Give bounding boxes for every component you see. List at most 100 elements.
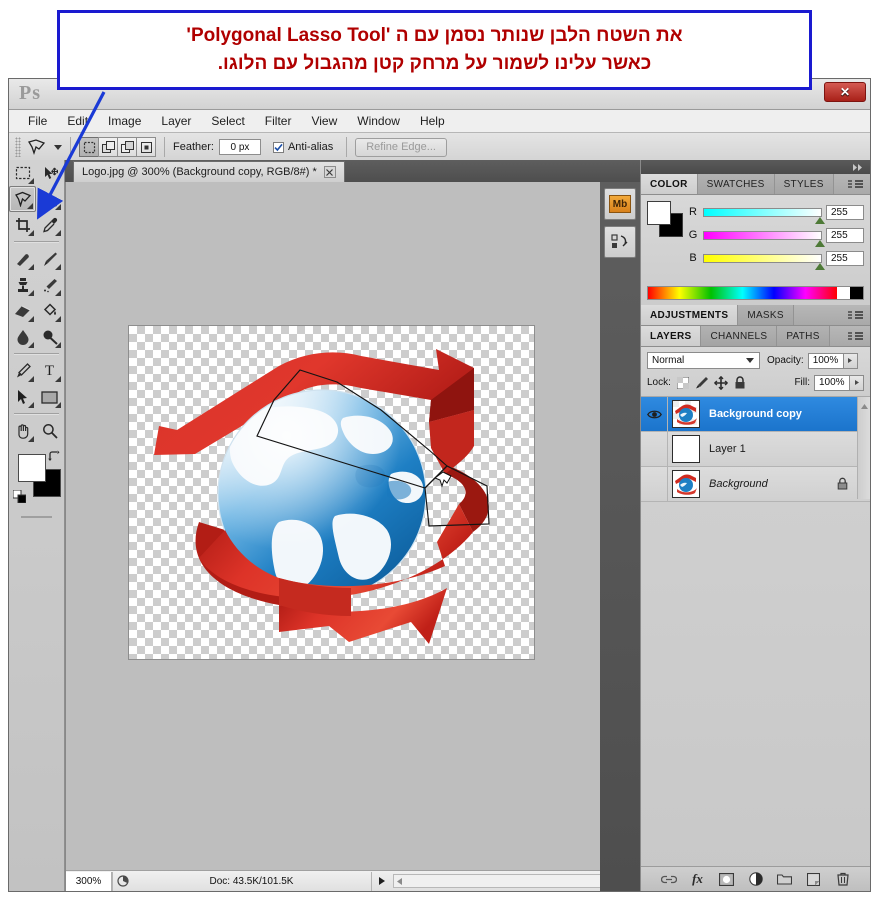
eyedropper-icon[interactable]	[36, 212, 63, 238]
red-channel-value[interactable]: 255	[826, 205, 864, 220]
adjustments-panel-menu-icon[interactable]	[842, 305, 870, 325]
path-selection-icon[interactable]	[9, 384, 36, 410]
layer-visibility-toggle[interactable]	[641, 397, 668, 431]
tab-styles[interactable]: STYLES	[775, 174, 834, 194]
new-adjustment-layer-icon[interactable]	[748, 871, 764, 887]
lock-position-icon[interactable]	[713, 375, 729, 391]
green-channel-value[interactable]: 255	[826, 228, 864, 243]
spectrum-gradient[interactable]	[648, 287, 837, 299]
paint-bucket-icon[interactable]	[36, 298, 63, 324]
default-colors-icon[interactable]	[13, 490, 26, 508]
new-selection-button[interactable]	[79, 137, 99, 157]
green-slider-thumb[interactable]	[815, 240, 825, 247]
document-sizes-icon[interactable]	[112, 872, 132, 891]
foreground-color-swatch[interactable]	[18, 454, 46, 482]
options-bar-grip[interactable]	[15, 137, 21, 157]
layer-row-background-copy[interactable]: Background copy	[641, 397, 870, 432]
subtract-from-selection-button[interactable]	[117, 137, 137, 157]
layer-name[interactable]: Background copy	[709, 408, 802, 420]
layer-thumbnail[interactable]	[672, 435, 700, 463]
opacity-input[interactable]: 100%	[808, 353, 844, 369]
polygonal-lasso-icon[interactable]	[26, 137, 48, 157]
menu-item-file[interactable]: File	[19, 112, 56, 130]
history-icon[interactable]	[604, 226, 636, 258]
tool-preset-chevron-down-icon[interactable]	[54, 145, 62, 150]
layer-row-background[interactable]: Background	[641, 467, 870, 502]
eraser-icon[interactable]	[9, 298, 36, 324]
swap-colors-icon[interactable]	[47, 450, 60, 468]
lock-image-icon[interactable]	[694, 375, 710, 391]
polygonal-lasso-icon[interactable]	[9, 186, 36, 212]
menu-item-image[interactable]: Image	[99, 112, 150, 130]
menu-item-view[interactable]: View	[302, 112, 346, 130]
layer-visibility-toggle[interactable]	[641, 432, 668, 466]
layer-name[interactable]: Background	[709, 478, 768, 490]
tab-swatches[interactable]: SWATCHES	[698, 174, 775, 194]
intersect-with-selection-button[interactable]	[136, 137, 156, 157]
blend-mode-select[interactable]: Normal	[647, 352, 760, 369]
red-channel-slider[interactable]	[703, 208, 822, 217]
refine-edge-button[interactable]: Refine Edge...	[355, 138, 447, 157]
new-group-icon[interactable]	[777, 871, 793, 887]
layer-thumbnail[interactable]	[672, 400, 700, 428]
status-menu-icon[interactable]	[371, 872, 391, 891]
healing-brush-icon[interactable]	[9, 246, 36, 272]
tab-layers[interactable]: LAYERS	[641, 326, 701, 346]
blue-channel-slider[interactable]	[703, 254, 822, 263]
link-layers-icon[interactable]	[661, 871, 677, 887]
green-channel-slider[interactable]	[703, 231, 822, 240]
collapse-panels-bar[interactable]	[641, 160, 870, 174]
color-panel-menu-icon[interactable]	[842, 174, 870, 194]
menu-item-help[interactable]: Help	[411, 112, 454, 130]
black-swatch[interactable]	[850, 287, 863, 299]
blur-icon[interactable]	[9, 324, 36, 350]
layers-scrollbar[interactable]	[857, 397, 870, 499]
tab-adjustments[interactable]: ADJUSTMENTS	[641, 305, 738, 325]
layers-panel-menu-icon[interactable]	[842, 326, 870, 346]
rectangular-marquee-icon[interactable]	[9, 160, 36, 186]
tab-paths[interactable]: PATHS	[777, 326, 829, 346]
clone-stamp-icon[interactable]	[9, 272, 36, 298]
rectangle-shape-icon[interactable]	[36, 384, 63, 410]
tab-channels[interactable]: CHANNELS	[701, 326, 777, 346]
opacity-stepper[interactable]	[844, 353, 858, 369]
menu-item-layer[interactable]: Layer	[152, 112, 200, 130]
new-layer-icon[interactable]	[806, 871, 822, 887]
layer-style-fx-icon[interactable]: fx	[690, 871, 706, 887]
red-slider-thumb[interactable]	[815, 217, 825, 224]
add-to-selection-button[interactable]	[98, 137, 118, 157]
menu-item-window[interactable]: Window	[348, 112, 409, 130]
layer-visibility-toggle[interactable]	[641, 467, 668, 501]
menu-item-filter[interactable]: Filter	[256, 112, 301, 130]
add-layer-mask-icon[interactable]	[719, 871, 735, 887]
chevron-down-icon[interactable]	[746, 358, 754, 363]
fill-input[interactable]: 100%	[814, 375, 850, 391]
blue-channel-value[interactable]: 255	[826, 251, 864, 266]
color-panel-foreground-swatch[interactable]	[647, 201, 671, 225]
blue-slider-thumb[interactable]	[815, 263, 825, 270]
hand-icon[interactable]	[9, 418, 36, 444]
layer-thumbnail[interactable]	[672, 470, 700, 498]
document-tab[interactable]: Logo.jpg @ 300% (Background copy, RGB/8#…	[73, 161, 345, 182]
white-swatch[interactable]	[837, 287, 850, 299]
close-icon[interactable]	[324, 166, 336, 178]
zoom-level-input[interactable]: 300%	[66, 872, 112, 891]
menu-item-edit[interactable]: Edit	[58, 112, 97, 130]
close-button[interactable]: ✕	[824, 82, 866, 102]
tab-masks[interactable]: MASKS	[738, 305, 794, 325]
mini-bridge-icon[interactable]: Mb	[604, 188, 636, 220]
lock-all-icon[interactable]	[732, 375, 748, 391]
tab-color[interactable]: COLOR	[641, 174, 698, 194]
history-brush-icon[interactable]	[36, 272, 63, 298]
feather-input[interactable]: 0 px	[219, 139, 261, 155]
zoom-icon[interactable]	[36, 418, 63, 444]
lock-transparency-icon[interactable]	[675, 375, 691, 391]
move-icon[interactable]	[36, 160, 63, 186]
crop-icon[interactable]	[9, 212, 36, 238]
brush-icon[interactable]	[36, 246, 63, 272]
menu-item-select[interactable]: Select	[202, 112, 253, 130]
fill-stepper[interactable]	[850, 375, 864, 391]
color-spectrum-ramp[interactable]	[647, 286, 864, 300]
canvas-view[interactable]	[66, 182, 624, 870]
artboard[interactable]	[128, 325, 535, 660]
